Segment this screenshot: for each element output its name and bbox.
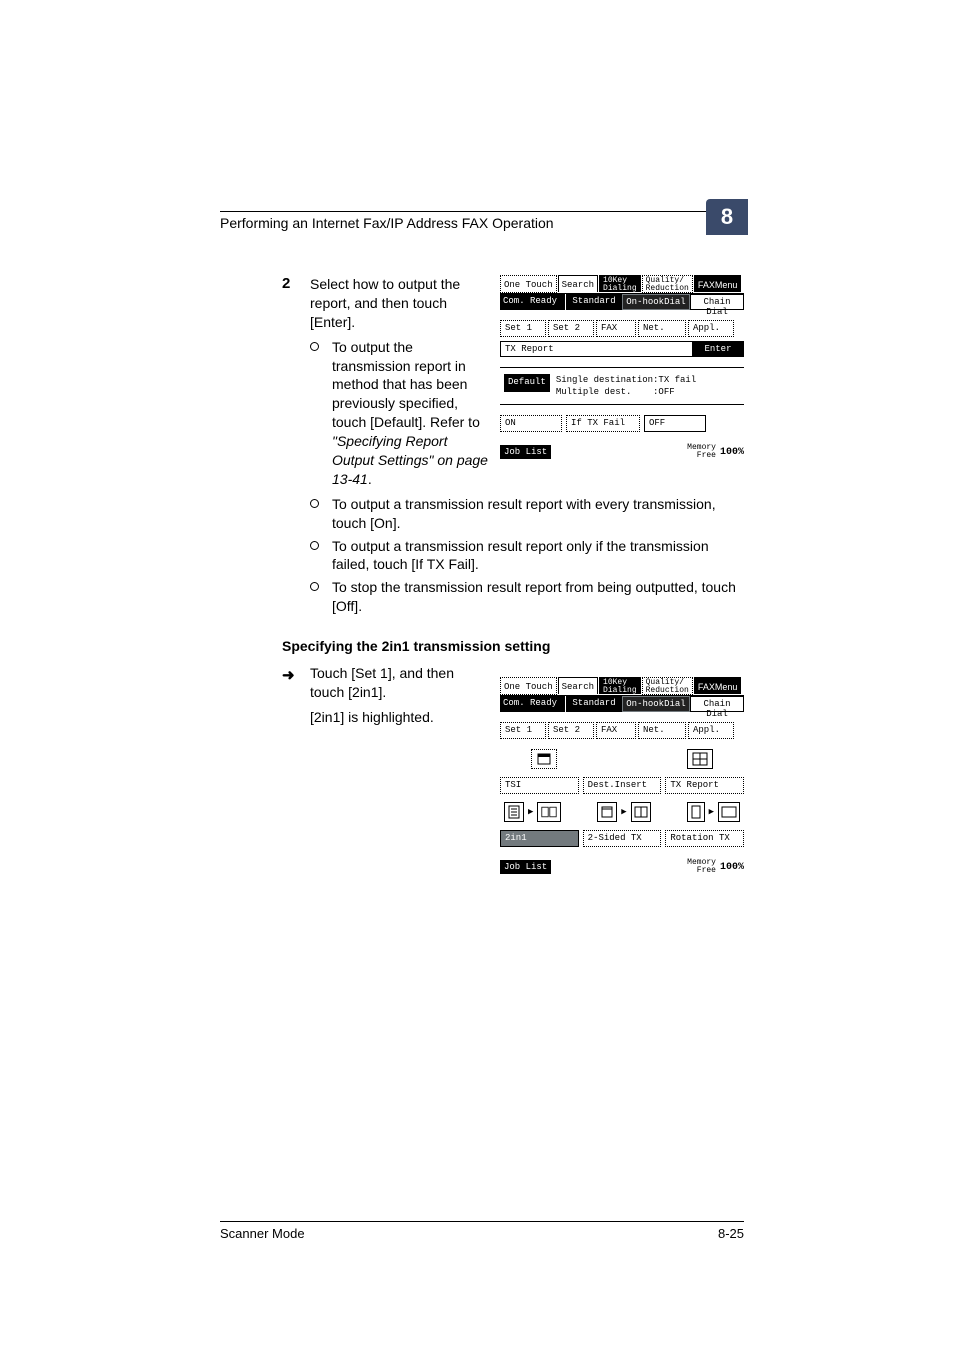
- btn-rotation-tx[interactable]: Rotation TX: [665, 830, 744, 847]
- tab-search[interactable]: Search: [558, 677, 598, 694]
- btn-tsi[interactable]: TSI: [500, 777, 579, 794]
- btn-net[interactable]: Net.: [638, 320, 686, 337]
- arrow-right-icon: ▶: [528, 807, 533, 817]
- status-standard: Standard: [566, 696, 622, 712]
- arrow-step-text: Touch [Set 1], and then touch [2in1].: [310, 664, 475, 702]
- bullet-text: To output a transmission result report o…: [332, 538, 709, 573]
- status-standard: Standard: [566, 294, 622, 310]
- step2-bullet-iftxfail: To output a transmission result report o…: [310, 537, 740, 575]
- text-report-lines: Single destination:TX fail Multiple dest…: [556, 374, 696, 398]
- stamp-icon[interactable]: [531, 749, 557, 769]
- tab-dialing[interactable]: 10KeyDialing: [599, 677, 641, 694]
- page-double-icon: [537, 802, 561, 822]
- book-closed-icon: [597, 802, 617, 822]
- btn-onhook-dial[interactable]: On-hookDial: [622, 696, 690, 712]
- footer-left: Scanner Mode: [220, 1226, 305, 1241]
- arrow-step-result: [2in1] is highlighted.: [310, 708, 475, 727]
- header-title: Performing an Internet Fax/IP Address FA…: [220, 215, 554, 231]
- btn-chain-dial[interactable]: Chain Dial: [690, 696, 744, 712]
- label-memory-pct: 100%: [720, 447, 744, 458]
- icon-pair-2sided: ▶: [597, 802, 650, 822]
- btn-off[interactable]: OFF: [644, 415, 706, 432]
- label-memory-free: Memory Free: [687, 859, 716, 875]
- btn-job-list[interactable]: Job List: [500, 860, 551, 874]
- step-number-2: 2: [282, 275, 290, 292]
- tab-one-touch[interactable]: One Touch: [500, 677, 557, 695]
- btn-set1[interactable]: Set 1: [500, 722, 546, 739]
- btn-dest-insert[interactable]: Dest.Insert: [583, 777, 662, 794]
- label-memory-pct: 100%: [720, 862, 744, 873]
- status-com-ready: Com. Ready: [500, 294, 566, 310]
- icon-pair-rotation: ▶: [687, 802, 740, 822]
- btn-tx-report[interactable]: TX Report: [665, 777, 744, 794]
- portrait-icon: [687, 802, 705, 822]
- footer-page-number: 8-25: [718, 1226, 744, 1241]
- tab-search[interactable]: Search: [558, 275, 598, 292]
- step2-bullet-on: To output a transmission result report w…: [310, 495, 740, 533]
- bullet-icon: [310, 541, 319, 550]
- tab-faxmenu[interactable]: FAXMenu: [694, 677, 742, 694]
- btn-default[interactable]: Default: [504, 374, 550, 392]
- arrow-right-icon: ▶: [709, 807, 714, 817]
- btn-chain-dial[interactable]: Chain Dial: [690, 294, 744, 310]
- tab-faxmenu[interactable]: FAXMenu: [694, 275, 742, 292]
- bullet-text: To output a transmission result report w…: [332, 496, 716, 531]
- lcd-screenshot-txreport: One Touch Search 10KeyDialing Quality/Re…: [500, 275, 744, 487]
- btn-set2[interactable]: Set 2: [548, 722, 594, 739]
- btn-enter[interactable]: Enter: [692, 341, 744, 357]
- status-com-ready: Com. Ready: [500, 696, 566, 712]
- btn-2in1[interactable]: 2in1: [500, 830, 579, 847]
- btn-onhook-dial[interactable]: On-hookDial: [622, 294, 690, 310]
- tab-quality[interactable]: Quality/Reduction: [642, 275, 693, 293]
- header-rule: [220, 211, 744, 212]
- bullet-text-post: .: [368, 471, 372, 487]
- btn-net[interactable]: Net.: [638, 722, 686, 739]
- label-memory-free: Memory Free: [687, 444, 716, 460]
- arrow-icon: ➜: [282, 666, 295, 686]
- btn-fax[interactable]: FAX: [596, 320, 636, 337]
- bullet-icon: [310, 499, 319, 508]
- tab-quality[interactable]: Quality/Reduction: [642, 677, 693, 695]
- panel-report-settings: Default Single destination:TX fail Multi…: [500, 367, 744, 405]
- lcd-screenshot-2in1: One Touch Search 10KeyDialing Quality/Re…: [500, 677, 744, 893]
- btn-2sided-tx[interactable]: 2-Sided TX: [583, 830, 662, 847]
- step2-bullet-default: To output the transmission report in met…: [310, 338, 492, 489]
- bullet-text-pre: To output the transmission report in met…: [332, 339, 480, 431]
- label-tx-report: TX Report: [500, 341, 692, 357]
- arrow-right-icon: ▶: [621, 807, 626, 817]
- btn-job-list[interactable]: Job List: [500, 445, 551, 459]
- tab-one-touch[interactable]: One Touch: [500, 275, 557, 293]
- bullet-ref: "Specifying Report Output Settings" on p…: [332, 433, 488, 487]
- btn-set2[interactable]: Set 2: [548, 320, 594, 337]
- bullet-text: To stop the transmission result report f…: [332, 579, 736, 614]
- grid-icon[interactable]: [687, 749, 713, 769]
- btn-fax[interactable]: FAX: [596, 722, 636, 739]
- bullet-icon: [310, 342, 319, 351]
- bullet-icon: [310, 582, 319, 591]
- step2-bullet-off: To stop the transmission result report f…: [310, 578, 740, 616]
- btn-appl[interactable]: Appl.: [688, 320, 734, 337]
- book-open-icon: [631, 802, 651, 822]
- step-2-text: Select how to output the report, and the…: [310, 275, 470, 332]
- btn-if-tx-fail[interactable]: If TX Fail: [566, 415, 640, 432]
- icon-pair-2in1: ▶: [504, 802, 561, 822]
- landscape-icon: [718, 802, 740, 822]
- tab-dialing[interactable]: 10KeyDialing: [599, 275, 641, 292]
- subheading-2in1: Specifying the 2in1 transmission setting: [282, 638, 744, 654]
- chapter-badge: 8: [706, 199, 748, 235]
- btn-set1[interactable]: Set 1: [500, 320, 546, 337]
- btn-appl[interactable]: Appl.: [688, 722, 734, 739]
- page-single-icon: [504, 802, 524, 822]
- btn-on[interactable]: ON: [500, 415, 562, 432]
